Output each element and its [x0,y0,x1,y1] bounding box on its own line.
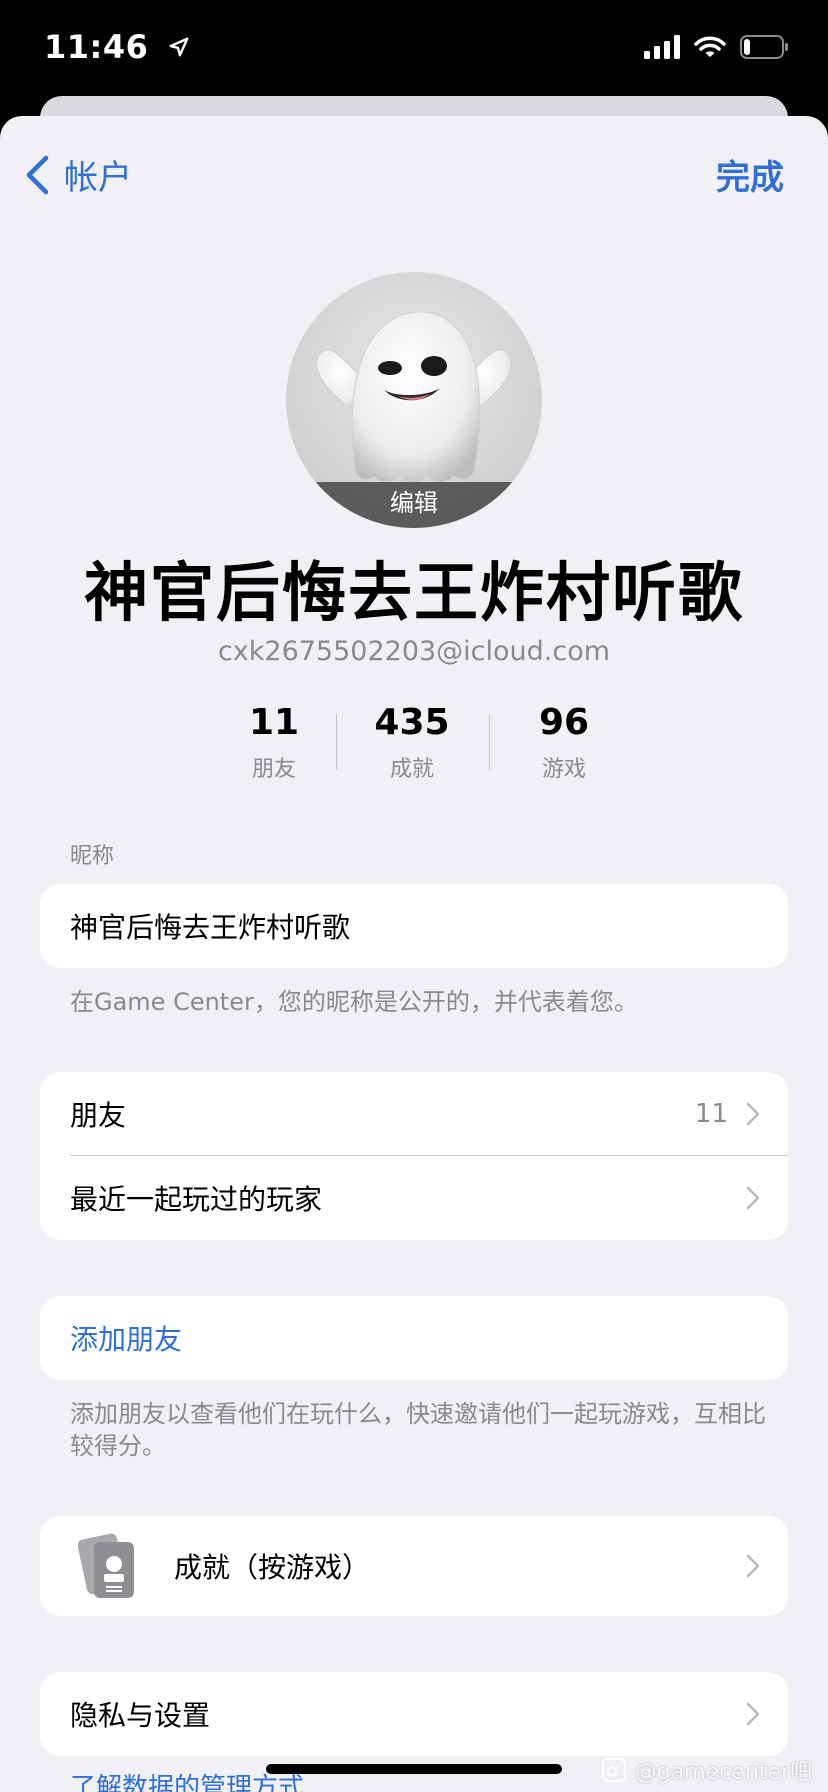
status-bar: 11:46 [0,0,828,100]
watermark: @gamecenter吧 [601,1754,812,1786]
stat-label: 游戏 [541,757,586,782]
chevron-right-icon [746,1702,760,1726]
stat-divider [336,714,337,770]
achievements-card: 成就（按游戏） [40,1516,788,1616]
wifi-icon [694,35,726,63]
stat-label: 成就 [389,757,434,782]
watermark-text: @gamecenter吧 [634,1760,812,1785]
profile-stats: 11 朋友 435 成就 96 游戏 [224,702,604,792]
stat-value: 96 [538,702,590,743]
nickname-footer: 在Game Center，您的昵称是公开的，并代表着您。 [70,988,638,1016]
time-label: 11:46 [44,28,149,66]
back-label: 帐户 [64,158,132,198]
stat-label: 朋友 [251,757,296,782]
friends-count: 11 [694,1099,728,1129]
stat-friends[interactable]: 11 朋友 [214,702,334,783]
signal-icon [644,35,680,63]
avatar[interactable]: 编辑 [286,272,542,528]
edit-avatar-button[interactable]: 编辑 [286,482,542,528]
stat-value: 11 [248,702,300,743]
achievement-cards-icon [77,1530,140,1609]
done-button[interactable]: 完成 [716,150,784,199]
battery-icon [740,34,790,64]
chevron-right-icon [746,1554,760,1578]
stat-value: 435 [374,702,450,743]
nickname-header: 昵称 [70,844,115,869]
friends-row[interactable]: 朋友 11 [40,1072,788,1156]
achievements-label: 成就（按游戏） [174,1551,371,1584]
add-friends-card: 添加朋友 [40,1296,788,1380]
recent-players-row[interactable]: 最近一起玩过的玩家 [40,1156,788,1240]
add-friends-footer: 添加朋友以查看他们在玩什么，快速邀请他们一起玩游戏，互相比较得分。 [70,1400,766,1460]
nickname-card: 神官后悔去王炸村听歌 [40,884,788,968]
location-arrow-icon [168,28,190,66]
privacy-row[interactable]: 隐私与设置 [40,1672,788,1756]
profile-email: cxk2675502203@icloud.com [217,636,611,667]
nickname-value: 神官后悔去王炸村听歌 [70,911,351,944]
chevron-right-icon [746,1102,760,1126]
game-center-profile-sheet: 帐户 完成 编辑 神官后悔去王炸村听歌 cxk2675502203@icloud… [0,116,828,1792]
weibo-logo-icon [601,1758,626,1782]
status-time: 11:46 [44,28,190,66]
stat-divider [489,714,490,770]
chevron-left-icon [26,155,49,194]
recent-players-label: 最近一起玩过的玩家 [70,1183,323,1216]
friends-label: 朋友 [70,1099,127,1132]
nickname-field[interactable]: 神官后悔去王炸村听歌 [40,884,788,968]
privacy-card: 隐私与设置 [40,1672,788,1756]
back-button[interactable]: 帐户 [24,150,132,199]
stat-games[interactable]: 96 游戏 [504,702,624,783]
home-indicator[interactable] [266,1764,562,1774]
privacy-label: 隐私与设置 [70,1699,211,1732]
stat-achievements[interactable]: 435 成就 [352,702,472,783]
status-indicators [644,34,790,64]
achievements-row[interactable]: 成就（按游戏） [40,1516,788,1616]
chevron-right-icon [746,1186,760,1210]
friends-card: 朋友 11 最近一起玩过的玩家 [40,1072,788,1240]
add-friends-button[interactable]: 添加朋友 [40,1296,788,1380]
profile-name: 神官后悔去王炸村听歌 [84,557,744,631]
